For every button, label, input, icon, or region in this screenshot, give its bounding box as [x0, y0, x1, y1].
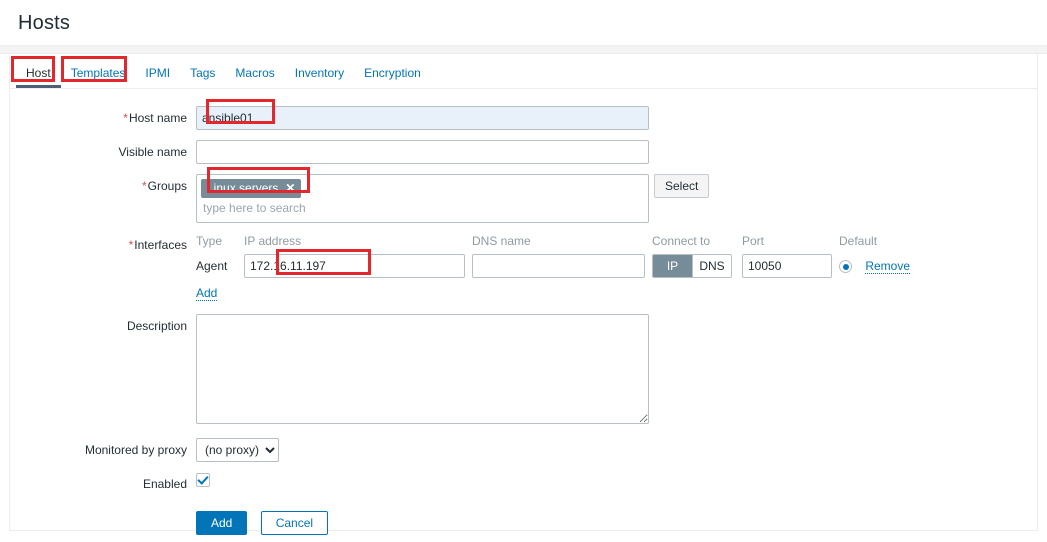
interfaces-label-text: Interfaces: [134, 238, 187, 252]
tab-inventory[interactable]: Inventory: [285, 59, 354, 88]
col-header-type: Type: [196, 234, 223, 248]
row-host-name: *Host name: [10, 106, 1037, 130]
proxy-label: Monitored by proxy: [84, 443, 187, 457]
connect-to-option-dns[interactable]: DNS: [692, 255, 731, 277]
interface-connect-to-cell: IP DNS: [652, 254, 742, 278]
col-header-port: Port: [742, 234, 765, 248]
interfaces-column-headers: Type IP address DNS name Connect to Port…: [196, 233, 1037, 249]
proxy-select[interactable]: (no proxy): [196, 438, 279, 462]
row-description: Description: [10, 314, 1037, 427]
group-chip-linux-servers[interactable]: Linux servers ✕: [201, 179, 302, 198]
row-groups: *Groups Linux servers ✕ Select: [10, 174, 1037, 223]
visible-name-input[interactable]: [196, 140, 649, 164]
interface-dns-cell: [472, 254, 652, 278]
page-title: Hosts: [18, 12, 71, 34]
enabled-label: Enabled: [142, 477, 187, 491]
visible-name-label: Visible name: [118, 145, 187, 159]
interface-port-cell: [742, 254, 839, 278]
col-header-ip-address: IP address: [244, 234, 302, 248]
interface-type-label: Agent: [196, 259, 228, 273]
host-form: *Host name Visible name *Groups Linux se…: [10, 89, 1037, 535]
groups-select-button[interactable]: Select: [654, 174, 710, 198]
col-header-connect-to: Connect to: [652, 234, 711, 248]
close-x-icon[interactable]: ✕: [285, 182, 295, 194]
tab-tags[interactable]: Tags: [180, 59, 225, 88]
proxy-field-wrap: (no proxy): [196, 438, 1037, 462]
tab-ipmi-label: IPMI: [145, 66, 171, 80]
cancel-button[interactable]: Cancel: [260, 511, 329, 535]
group-chip-label: Linux servers: [207, 181, 279, 195]
enabled-field-wrap: [196, 472, 1037, 487]
interface-row: Agent IP DNS: [196, 254, 1037, 278]
host-name-field-wrap: [196, 106, 1037, 130]
interface-default-cell: Remove: [839, 258, 929, 274]
connect-to-toggle[interactable]: IP DNS: [652, 254, 732, 278]
interface-dns-input[interactable]: [472, 254, 645, 278]
interface-ip-cell: [244, 254, 472, 278]
tab-encryption-label: Encryption: [364, 66, 421, 80]
groups-label-text: Groups: [147, 179, 187, 193]
description-textarea[interactable]: [196, 314, 649, 424]
row-visible-name: Visible name: [10, 140, 1037, 164]
tab-host-label: Host: [26, 66, 51, 80]
row-interfaces: *Interfaces Type IP address DNS name Con…: [10, 233, 1037, 301]
title-spacer: [0, 36, 1047, 45]
col-header-dns-name: DNS name: [472, 234, 531, 248]
host-name-label-text: Host name: [128, 111, 187, 125]
interfaces-label: *Interfaces: [10, 233, 196, 257]
tab-macros[interactable]: Macros: [225, 59, 284, 88]
row-proxy: Monitored by proxy (no proxy): [10, 438, 1037, 462]
enabled-checkbox[interactable]: [196, 472, 210, 487]
row-actions: Add Cancel: [10, 511, 1037, 535]
tab-ipmi[interactable]: IPMI: [135, 59, 180, 88]
interface-ip-input[interactable]: [244, 254, 465, 278]
tab-host[interactable]: Host: [16, 59, 61, 88]
host-name-label: *Host name: [10, 106, 196, 130]
interface-default-radio[interactable]: [839, 260, 852, 274]
col-header-default: Default: [839, 234, 878, 248]
interfaces-table: Type IP address DNS name Connect to Port…: [196, 233, 1037, 301]
interface-add-wrap: Add: [196, 286, 1037, 301]
groups-label: *Groups: [10, 174, 196, 198]
tab-encryption[interactable]: Encryption: [354, 59, 431, 88]
description-field-wrap: [196, 314, 1037, 427]
required-marker: *: [123, 111, 128, 125]
host-name-input[interactable]: [196, 106, 649, 130]
host-form-card: Host Templates IPMI Tags Macros Inventor…: [9, 54, 1038, 535]
tab-macros-label: Macros: [235, 66, 275, 80]
visible-name-field-wrap: [196, 140, 1037, 164]
header-separator-band: [0, 45, 1047, 54]
tab-tags-label: Tags: [190, 66, 216, 80]
tab-inventory-label: Inventory: [294, 66, 345, 80]
tab-templates[interactable]: Templates: [61, 59, 136, 88]
interface-remove-link[interactable]: Remove: [865, 258, 911, 274]
connect-to-option-ip[interactable]: IP: [653, 255, 692, 277]
interface-add-link[interactable]: Add: [196, 286, 218, 301]
groups-field-wrap: Linux servers ✕ Select: [196, 174, 1037, 223]
groups-multiselect[interactable]: Linux servers ✕: [196, 174, 649, 223]
description-label: Description: [126, 319, 187, 333]
form-tab-bar: Host Templates IPMI Tags Macros Inventor…: [10, 54, 1037, 89]
required-marker: *: [128, 238, 134, 252]
required-marker: *: [141, 179, 147, 193]
submit-add-button[interactable]: Add: [196, 511, 248, 535]
groups-search-input[interactable]: [201, 198, 626, 215]
interface-port-input[interactable]: [742, 254, 832, 278]
actions-field-wrap: Add Cancel: [196, 511, 1037, 535]
tab-templates-label: Templates: [70, 66, 126, 80]
row-enabled: Enabled: [10, 472, 1037, 496]
